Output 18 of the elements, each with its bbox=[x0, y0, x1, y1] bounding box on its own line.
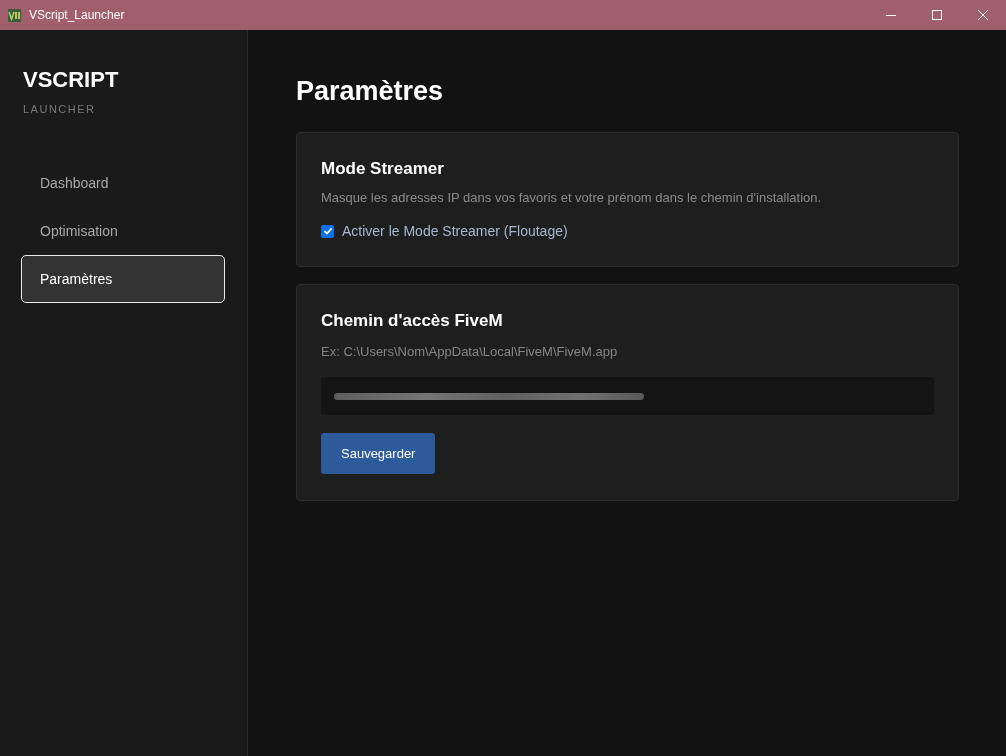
app-icon bbox=[8, 8, 21, 22]
checkbox[interactable] bbox=[321, 224, 334, 238]
window-title: VScript_Launcher bbox=[29, 8, 126, 22]
checkbox-label[interactable]: Activer le Mode Streamer (Floutage) bbox=[342, 222, 568, 240]
page-title: Paramètres bbox=[296, 75, 445, 108]
close-icon bbox=[978, 10, 988, 20]
card-title: Chemin d'accès FiveM bbox=[321, 310, 504, 332]
brand-title: VSCRIPT bbox=[23, 66, 120, 94]
save-button[interactable]: Sauvegarder bbox=[321, 433, 436, 474]
path-hint: Ex: C:\Users\Nom\AppData\Local\FiveM\FiveM.app bbox=[321, 343, 619, 361]
nav-item[interactable]: Dashboard bbox=[21, 159, 225, 207]
nav-item[interactable]: Paramètres bbox=[21, 255, 225, 303]
card-description: Masque les adresses IP dans vos favoris et votre prénom dans le chemin d'installation. bbox=[321, 189, 823, 207]
brand-subtitle: LAUNCHER bbox=[23, 102, 97, 116]
maximize-icon bbox=[932, 10, 942, 20]
path-input-field[interactable] bbox=[321, 377, 934, 415]
nav-item[interactable]: Optimisation bbox=[21, 207, 225, 255]
card-title: Mode Streamer bbox=[321, 158, 445, 180]
